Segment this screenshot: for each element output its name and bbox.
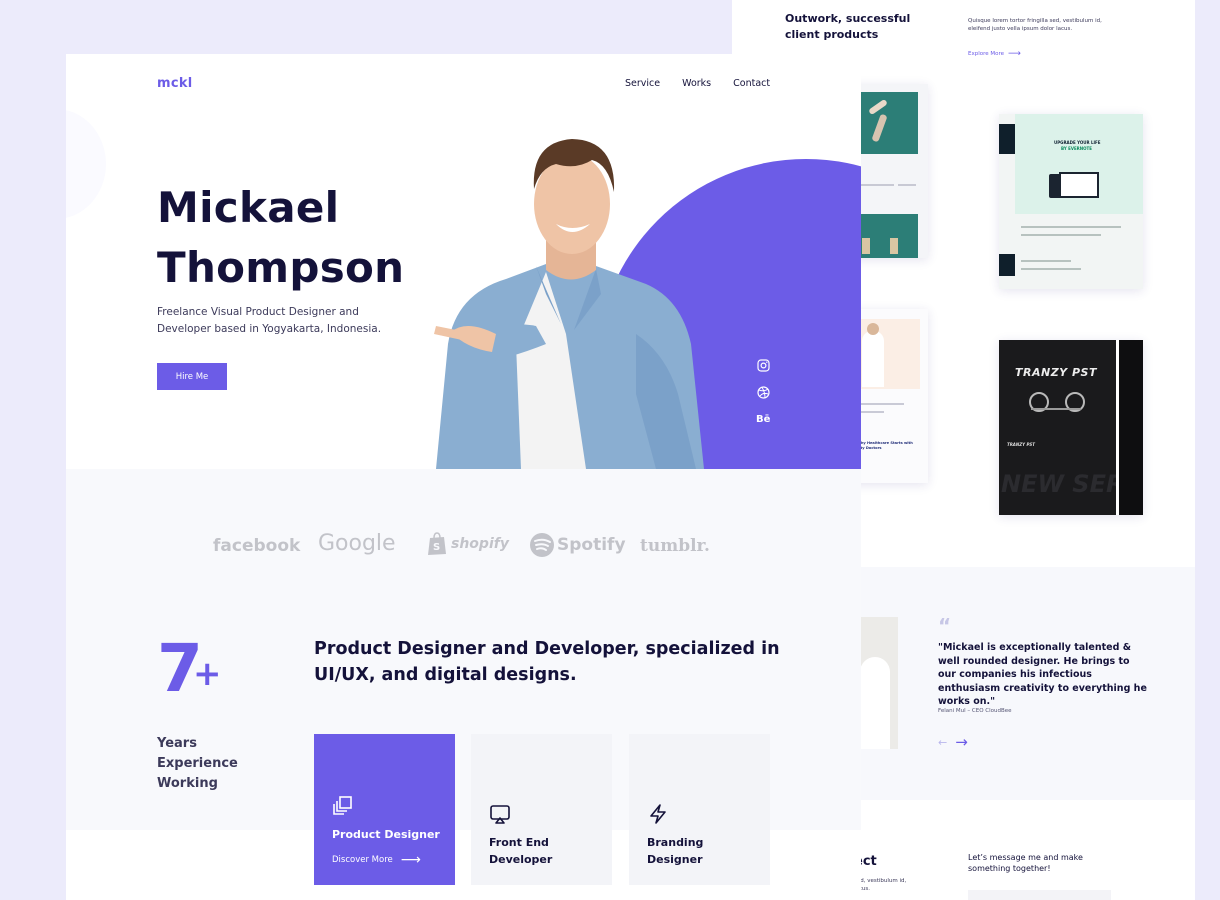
works-section-text: Quisque lorem tortor fringilla sed, vest… [968, 18, 1102, 32]
testimonial-photo [858, 617, 898, 749]
dribbble-icon[interactable] [755, 384, 771, 400]
arrow-left-icon[interactable]: ← [938, 736, 947, 749]
contact-input[interactable] [968, 890, 1111, 900]
portfolio-thumb-evernote[interactable]: UPGRADE YOUR LIFE BY EVERNOTE [999, 114, 1143, 289]
google-logo: Google [318, 531, 396, 556]
bike-frame [1031, 384, 1081, 410]
contact-small-text: sed, vestibulum id, lacus. [854, 878, 907, 892]
arrow-right-icon: ⟶ [400, 852, 421, 868]
facebook-logo: facebook [213, 536, 301, 556]
contact-text: Let’s message me and make something toge… [968, 853, 1083, 873]
discover-more-label: Discover More [332, 855, 393, 865]
svg-text:S: S [433, 542, 440, 553]
tumblr-logo: tumblr. [640, 536, 710, 556]
layers-icon [333, 796, 352, 815]
years-plus: + [193, 654, 222, 694]
explore-more-label: Explore More [968, 51, 1005, 57]
nav-link-service[interactable]: Service [625, 78, 660, 89]
hero-title: Mickael Thompson [157, 178, 404, 298]
laptop-mockup [1059, 172, 1099, 198]
service-title: Product Designer [332, 828, 440, 841]
thumb-title: TRANZY PST [1015, 366, 1097, 379]
spotify-logo: Spotify [529, 532, 626, 558]
service-card-product-designer[interactable]: Product Designer Discover More ⟶ [314, 734, 455, 885]
thumb-big-text: NEW SERI [1001, 470, 1134, 498]
hire-me-button[interactable]: Hire Me [157, 363, 227, 390]
decorative-circle [66, 109, 106, 219]
service-card-front-end[interactable]: Front End Developer [471, 734, 612, 885]
service-card-branding[interactable]: Branding Designer [629, 734, 770, 885]
hero-photo [434, 139, 704, 469]
lightning-icon [650, 804, 666, 824]
spotify-icon [530, 533, 554, 557]
thumb-subtitle: BY EVERNOTE [1061, 146, 1092, 151]
doctor-figure [862, 331, 884, 387]
monitor-icon [490, 805, 510, 824]
arrow-right-icon[interactable]: → [955, 733, 968, 751]
instagram-icon[interactable] [755, 357, 771, 373]
explore-more-link[interactable]: Explore More ⟶ [968, 49, 1021, 59]
thumb-title: UPGRADE YOUR LIFE [1054, 140, 1101, 145]
nav-link-works[interactable]: Works [682, 78, 711, 89]
service-title: Branding Designer [647, 836, 704, 866]
shopify-bag-icon: S [428, 532, 446, 555]
testimonial-author: Felani Mul – CEO CloudBee [938, 708, 1012, 714]
landing-page: mckl Service Works Contact Mickael Thomp… [66, 54, 861, 900]
arrow-right-icon: ⟶ [1008, 49, 1021, 59]
works-section-title: Outwork, successful client products [785, 12, 911, 41]
about-headline: Product Designer and Developer, speciali… [314, 639, 780, 685]
svg-text:Bē: Bē [756, 414, 770, 424]
behance-icon[interactable]: Bē [755, 410, 771, 426]
thumb-subtitle: TRANZY PST [1007, 442, 1035, 447]
testimonial-nav: ← → [938, 733, 968, 751]
quote-icon: “ [938, 614, 952, 638]
site-logo[interactable]: mckl [157, 76, 193, 91]
main-nav: Service Works Contact [625, 78, 770, 89]
discover-more-link[interactable]: Discover More ⟶ [332, 852, 421, 868]
thumb-text: Healthy Healthcare Starts with Quality D… [850, 441, 913, 450]
portfolio-thumb-healthcare[interactable]: Healthy Healthcare Starts with Quality D… [850, 309, 928, 483]
hero-subtitle: Freelance Visual Product Designer and De… [157, 306, 382, 335]
service-title: Front End Developer [489, 836, 553, 866]
shopify-logo: S shopify [427, 532, 509, 556]
portfolio-thumb-yoga[interactable] [850, 84, 928, 258]
hero-first-name: Mickael [157, 183, 340, 232]
nav-link-contact[interactable]: Contact [733, 78, 770, 89]
portfolio-thumb-tranzy[interactable]: TRANZY PST TRANZY PST NEW SERI [999, 340, 1143, 515]
hero-last-name: Thompson [157, 243, 405, 292]
testimonial-quote: "Mickael is exceptionally talented & wel… [938, 642, 1147, 707]
years-label: Years Experience Working [157, 736, 238, 791]
